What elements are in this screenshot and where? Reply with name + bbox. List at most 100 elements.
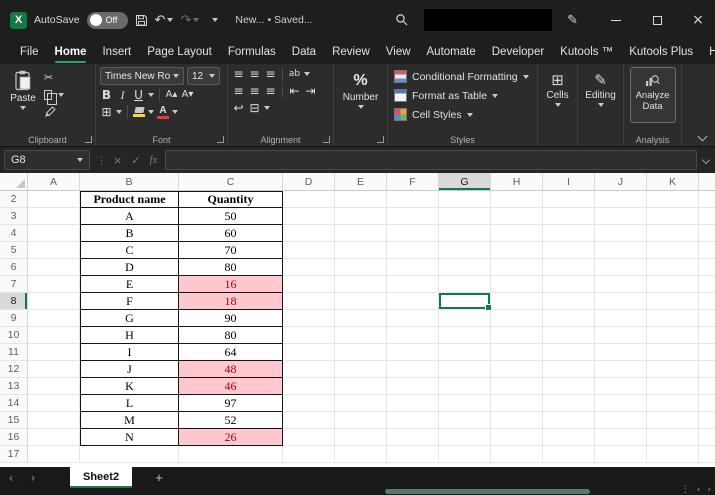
cell-D15[interactable] (283, 412, 335, 429)
copy-dropdown-icon[interactable] (58, 92, 64, 97)
cell-A13[interactable] (28, 378, 80, 395)
sheet-nav-left-icon[interactable]: ‹ (0, 471, 22, 485)
cell-A7[interactable] (28, 276, 80, 293)
cell-I17[interactable] (543, 446, 595, 463)
cell-B10[interactable]: H (80, 327, 179, 344)
quick-access-dropdown-icon[interactable] (212, 18, 219, 22)
row-header-5[interactable]: 5 (0, 242, 28, 259)
cell-B3[interactable]: A (80, 208, 179, 225)
cell-C14[interactable]: 97 (179, 395, 283, 412)
column-header-K[interactable]: K (647, 173, 699, 191)
cell-G3[interactable] (439, 208, 491, 225)
menu-item-developer[interactable]: Developer (484, 42, 552, 62)
cell-F16[interactable] (387, 429, 439, 446)
cell-J3[interactable] (595, 208, 647, 225)
cell-C3[interactable]: 50 (179, 208, 283, 225)
cell-K14[interactable] (647, 395, 699, 412)
cell-C5[interactable]: 70 (179, 242, 283, 259)
font-color-button[interactable]: A (157, 105, 169, 119)
menu-item-data[interactable]: Data (284, 42, 324, 62)
cell-K17[interactable] (647, 446, 699, 463)
number-format-button[interactable]: % Number (338, 67, 383, 133)
cell-C7[interactable]: 16 (179, 276, 283, 293)
cell-C17[interactable] (179, 446, 283, 463)
ribbon-collapse-chevron-icon[interactable] (697, 131, 708, 142)
cell-F11[interactable] (387, 344, 439, 361)
cell-C2[interactable]: Quantity (179, 191, 283, 208)
cell-F5[interactable] (387, 242, 439, 259)
cancel-entry-button[interactable]: × (113, 154, 122, 167)
paste-button[interactable]: Paste (4, 67, 42, 133)
menu-item-help[interactable]: Help (701, 42, 715, 62)
cell-C8[interactable]: 18 (179, 293, 283, 310)
sheet-nav-right-icon[interactable]: › (22, 471, 44, 485)
cell-E6[interactable] (335, 259, 387, 276)
cell-G5[interactable] (439, 242, 491, 259)
wrap-text-icon[interactable]: ↩ (232, 101, 245, 115)
merge-center-dropdown-icon[interactable] (264, 106, 270, 110)
cell-A5[interactable] (28, 242, 80, 259)
autosave-toggle[interactable]: Off (86, 11, 128, 29)
cell-E13[interactable] (335, 378, 387, 395)
cell-C15[interactable]: 52 (179, 412, 283, 429)
cell-D4[interactable] (283, 225, 335, 242)
cell-D9[interactable] (283, 310, 335, 327)
redo-dropdown-icon[interactable] (193, 18, 200, 22)
cell-E14[interactable] (335, 395, 387, 412)
cell-C9[interactable]: 90 (179, 310, 283, 327)
cell-G15[interactable] (439, 412, 491, 429)
row-header-6[interactable]: 6 (0, 259, 28, 276)
scroll-right-icon[interactable]: › (707, 485, 711, 495)
cell-A12[interactable] (28, 361, 80, 378)
cell-I6[interactable] (543, 259, 595, 276)
bold-button[interactable]: B (100, 88, 113, 102)
cell-H14[interactable] (491, 395, 543, 412)
align-middle-icon[interactable]: ≡ (248, 67, 261, 81)
cell-E3[interactable] (335, 208, 387, 225)
cell-B5[interactable]: C (80, 242, 179, 259)
copy-button[interactable] (44, 88, 64, 105)
cell-I14[interactable] (543, 395, 595, 412)
menu-item-file[interactable]: File (12, 42, 47, 62)
cell-A2[interactable] (28, 191, 80, 208)
cell-C16[interactable]: 26 (179, 429, 283, 446)
editing-button[interactable]: ✎ Editing (582, 67, 619, 133)
cell-D10[interactable] (283, 327, 335, 344)
cell-E2[interactable] (335, 191, 387, 208)
column-header-C[interactable]: C (179, 173, 283, 191)
paste-dropdown-icon[interactable] (20, 106, 26, 110)
cell-A11[interactable] (28, 344, 80, 361)
cell-E16[interactable] (335, 429, 387, 446)
cell-F15[interactable] (387, 412, 439, 429)
row-header-4[interactable]: 4 (0, 225, 28, 242)
column-header-J[interactable]: J (595, 173, 647, 191)
column-header-H[interactable]: H (491, 173, 543, 191)
cell-C10[interactable]: 80 (179, 327, 283, 344)
cell-I15[interactable] (543, 412, 595, 429)
cell-I11[interactable] (543, 344, 595, 361)
cell-H12[interactable] (491, 361, 543, 378)
cell-J12[interactable] (595, 361, 647, 378)
cell-E11[interactable] (335, 344, 387, 361)
cell-J6[interactable] (595, 259, 647, 276)
cell-K7[interactable] (647, 276, 699, 293)
cell-D16[interactable] (283, 429, 335, 446)
alignment-dialog-launcher[interactable] (323, 136, 330, 143)
fill-color-dropdown-icon[interactable] (148, 110, 154, 114)
cell-A6[interactable] (28, 259, 80, 276)
cell-H2[interactable] (491, 191, 543, 208)
cell-E10[interactable] (335, 327, 387, 344)
cell-I5[interactable] (543, 242, 595, 259)
cell-I8[interactable] (543, 293, 595, 310)
font-size-select[interactable]: 12 (187, 67, 220, 85)
increase-font-button[interactable]: A▴ (165, 88, 178, 102)
cell-A15[interactable] (28, 412, 80, 429)
cell-J4[interactable] (595, 225, 647, 242)
cell-H17[interactable] (491, 446, 543, 463)
number-dialog-launcher[interactable] (377, 136, 384, 143)
insert-function-button[interactable]: fx (149, 154, 157, 166)
redo-button[interactable]: ↷ (180, 13, 200, 28)
cell-H6[interactable] (491, 259, 543, 276)
cell-J8[interactable] (595, 293, 647, 310)
cell-E5[interactable] (335, 242, 387, 259)
